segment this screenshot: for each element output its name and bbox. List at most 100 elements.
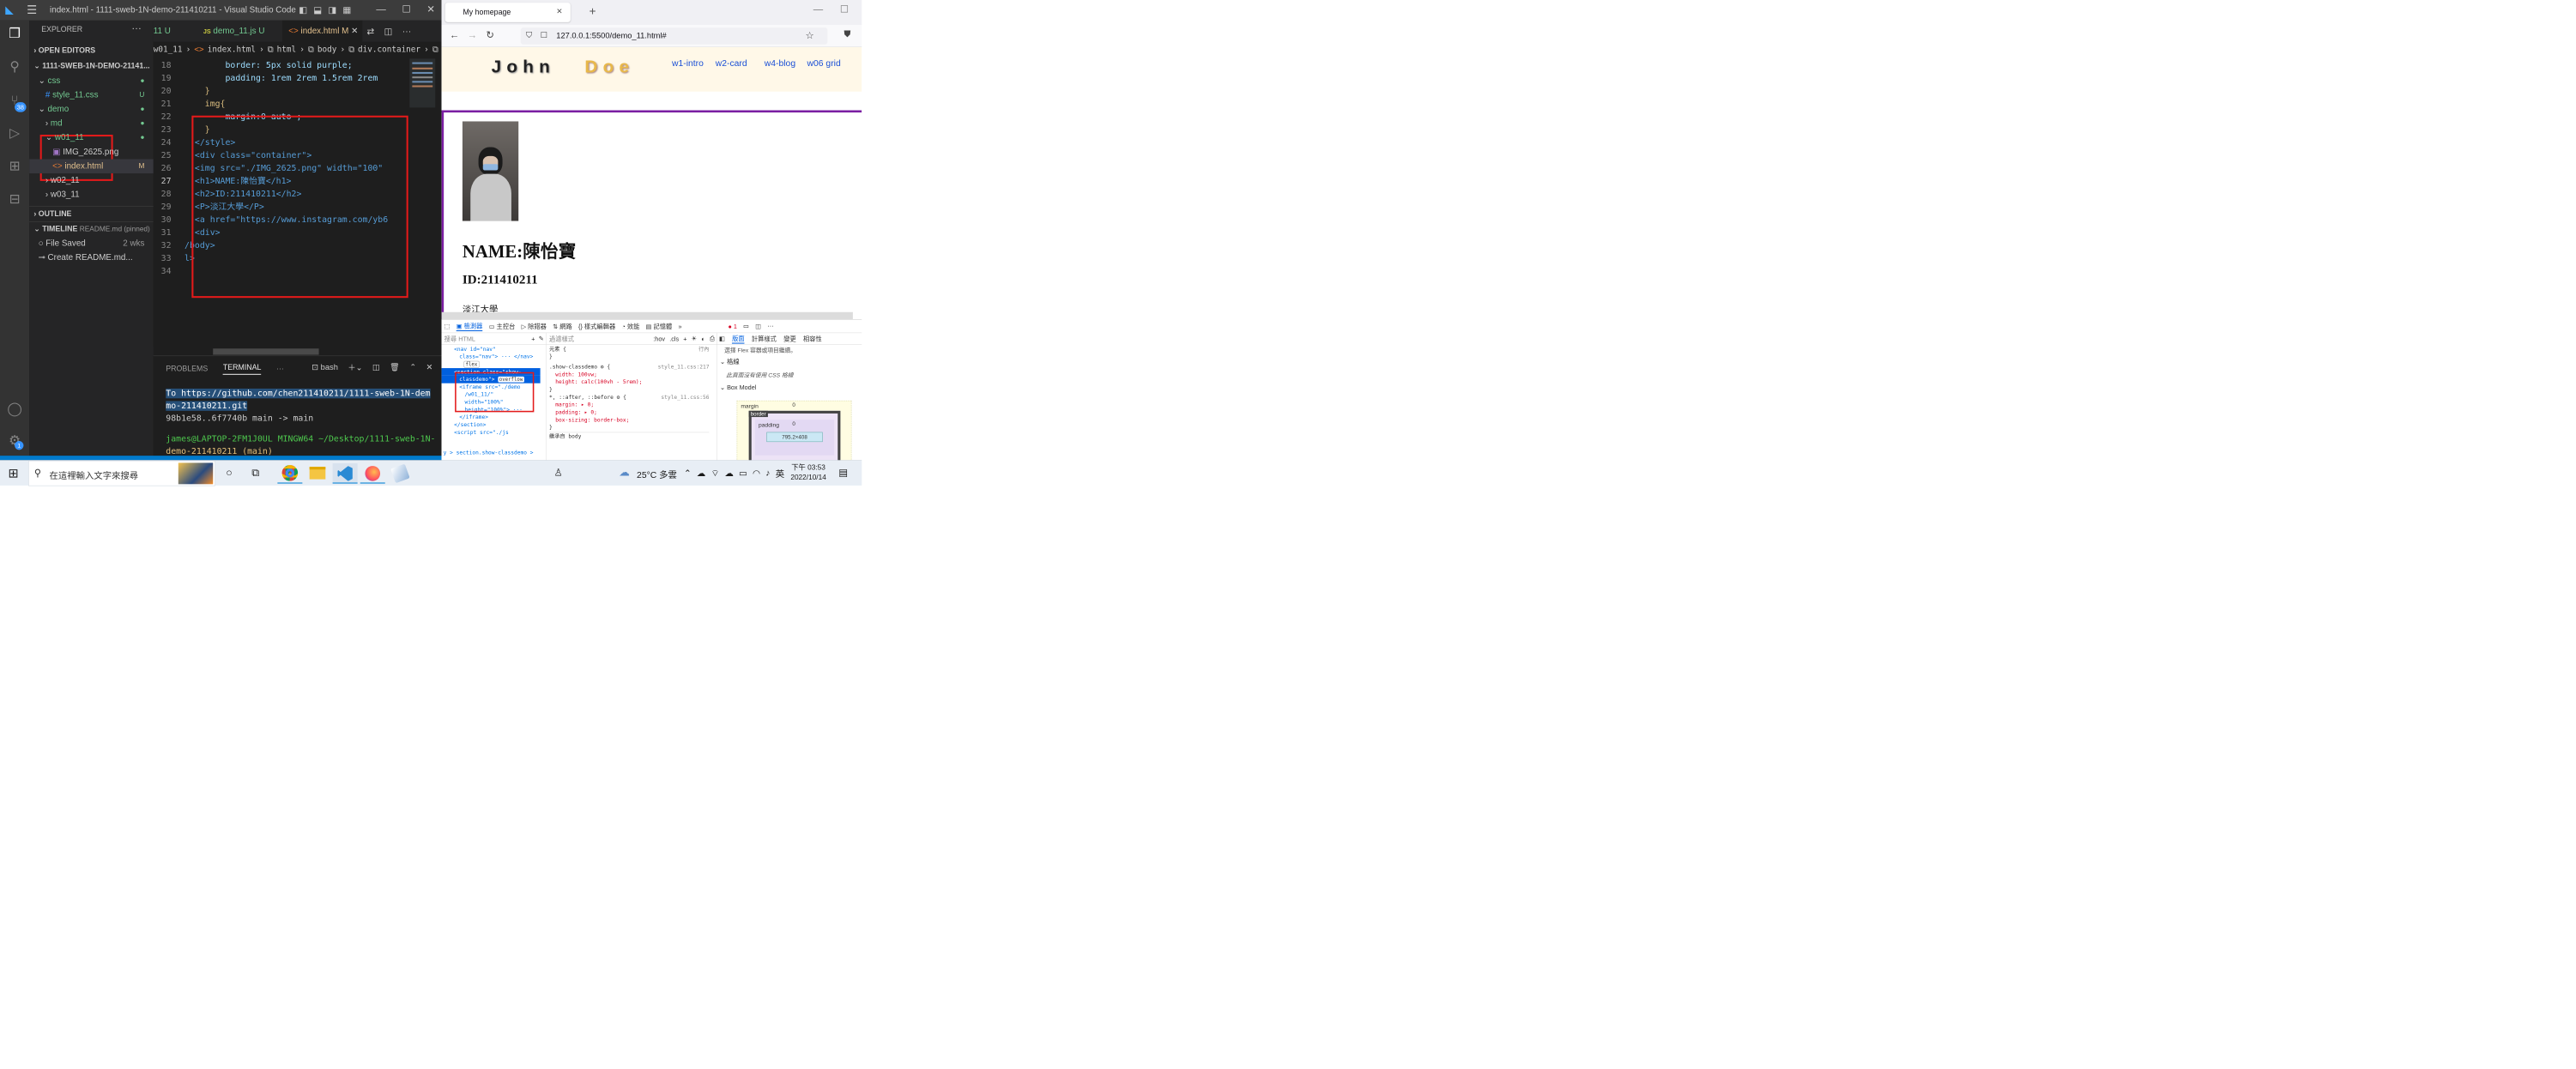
print-icon[interactable]: ⎙ — [710, 335, 715, 342]
people-icon[interactable]: ♙ — [554, 467, 563, 478]
cls-toggle[interactable]: .cls — [669, 335, 679, 341]
forward-arrow-icon[interactable]: → — [468, 29, 477, 40]
devtools-tab-performance[interactable]: ◔ 效能 — [621, 322, 639, 330]
timeline-item[interactable]: ○ File Saved 2 wks — [29, 237, 154, 251]
menu-icon[interactable]: ☰ — [27, 3, 37, 16]
minimap[interactable] — [409, 58, 436, 108]
tray-expand-icon[interactable]: ⌃ — [684, 468, 692, 479]
add-rule-icon[interactable]: + — [683, 335, 686, 341]
nav-link[interactable]: w2-card — [716, 58, 747, 69]
taskbar-search[interactable]: ⚲ 在這裡輸入文字來搜尋 — [28, 460, 215, 486]
explorer-tree-item[interactable]: ⌄ w01_11 ● — [29, 130, 154, 145]
new-terminal-icon[interactable]: ＋⌄ — [348, 361, 362, 372]
logo-john[interactable]: John — [492, 57, 555, 76]
notification-icon[interactable]: ▤ — [838, 467, 848, 478]
editor-more-icon[interactable]: ··· — [402, 26, 411, 36]
add-node-icon[interactable]: + — [531, 335, 535, 341]
nav-link[interactable]: w1-intro — [672, 58, 704, 69]
project-root[interactable]: ⌄ 1111-SWEB-1N-DEMO-21141... — [29, 58, 154, 73]
editor-tab[interactable]: 11 U — [154, 21, 194, 42]
toggle-panel-icon[interactable]: ⬓ — [313, 4, 322, 15]
task-view-icon[interactable]: ⧉ — [251, 467, 259, 480]
pick-element-icon[interactable]: ⬚ — [444, 323, 450, 330]
cortana-icon[interactable]: ○ — [226, 467, 233, 480]
explorer-tree-item[interactable]: › md ● — [29, 117, 154, 131]
html-node[interactable]: class="nav"> ··· </nav> — [442, 353, 541, 360]
eyedropper-icon[interactable]: ✎ — [539, 335, 544, 342]
cloud-icon[interactable]: ☁ — [724, 468, 733, 479]
explorer-tree-item[interactable]: ⌄ css ● — [29, 74, 154, 88]
code-line[interactable]: 20 } — [154, 84, 210, 97]
devtools-tab-memory[interactable]: ▤ 記憶體 — [646, 322, 673, 330]
box-content-size[interactable]: 795.2×408 — [766, 432, 823, 443]
minimize-icon[interactable]: — — [813, 3, 823, 15]
terminal-shell-selector[interactable]: ⊡ bash — [311, 363, 338, 372]
timeline-section[interactable]: ⌄ TIMELINE README.md (pinned) — [29, 221, 154, 236]
breadcrumb-item[interactable]: w01_11 — [154, 45, 183, 54]
split-editor-icon[interactable]: ◫ — [384, 26, 393, 37]
back-arrow-icon[interactable]: ← — [450, 29, 459, 40]
explorer-tree-item[interactable]: ▣ IMG_2625.png — [29, 145, 154, 160]
page-horizontal-scrollbar[interactable] — [441, 311, 853, 320]
rule-source[interactable]: style_11.css:56 — [661, 394, 709, 402]
tab-close-icon[interactable]: ✕ — [351, 27, 358, 36]
devtools-tab-console[interactable]: ▭ 主控台 — [489, 322, 516, 330]
layout-icon[interactable]: ▦ — [342, 4, 351, 15]
reload-icon[interactable]: ↻ — [486, 29, 494, 40]
toggle-secondary-icon[interactable]: ◨ — [328, 4, 336, 15]
run-debug-icon[interactable]: ▷ — [5, 124, 25, 143]
computed-tab[interactable]: 計算樣式 — [752, 334, 777, 342]
nav-link[interactable]: w06 grid — [807, 58, 841, 69]
hov-toggle[interactable]: :hov — [653, 335, 665, 341]
windows-start-icon[interactable]: ⊞ — [8, 466, 18, 480]
breadcrumb-item[interactable]: body — [317, 45, 336, 54]
code-line[interactable]: 18 border: 5px solid purple; — [154, 58, 353, 71]
pen-app-taskbar-app[interactable] — [388, 463, 413, 484]
editor-tab[interactable]: JS demo_11.js U — [193, 21, 282, 42]
maximize-panel-icon[interactable]: ⌃ — [409, 363, 416, 372]
split-terminal-icon[interactable]: ◫ — [372, 363, 380, 372]
html-node[interactable]: <script src="./js — [442, 429, 541, 437]
code-line[interactable]: 19 padding: 1rem 2rem 1.5rem 2rem — [154, 71, 378, 84]
trash-icon[interactable]: 🗑 — [390, 363, 400, 372]
breadcrumb-item[interactable]: html — [277, 45, 296, 54]
code-line[interactable]: 34 — [154, 265, 184, 278]
display-icon[interactable]: ▭ — [739, 468, 747, 479]
panel-more-tab[interactable]: ··· — [276, 365, 284, 373]
rule-declaration[interactable]: box-sizing: border-box; — [549, 416, 710, 424]
ime-indicator[interactable]: 英 — [776, 467, 784, 480]
firefox-taskbar-app[interactable] — [360, 463, 385, 484]
chrome-taskbar-app[interactable] — [277, 463, 303, 484]
changes-tab[interactable]: 變更 — [783, 334, 796, 342]
weather-text[interactable]: 25°C 多雲 — [637, 468, 677, 480]
problems-tab[interactable]: PROBLEMS — [166, 365, 208, 373]
browser-tab[interactable]: My homepage ✕ — [444, 3, 571, 22]
tab-close-icon[interactable]: ✕ — [556, 7, 562, 15]
explorer-icon[interactable]: ❐ — [5, 24, 25, 44]
volume-icon[interactable]: ♪ — [765, 468, 770, 479]
breadcrumb-item[interactable]: div.container — [358, 45, 420, 54]
error-count[interactable]: ● 1 — [728, 323, 736, 329]
network-icon[interactable]: ⌔ — [711, 468, 719, 479]
dock-icon[interactable]: ◫ — [755, 323, 761, 330]
grid-section-header[interactable]: ⌄ 格線 — [720, 357, 740, 365]
terminal-output[interactable]: To https://github.com/chen211410211/1111… — [166, 387, 437, 457]
close-panel-icon[interactable]: ✕ — [426, 363, 433, 372]
box-padding-top[interactable]: 0 — [792, 420, 795, 426]
explorer-tree-item[interactable]: › w03_11 — [29, 188, 154, 202]
devtools-tab-debugger[interactable]: ▷ 除錯器 — [522, 322, 547, 330]
shield-icon[interactable]: ⛉ — [526, 31, 532, 40]
outline-section[interactable]: › OUTLINE — [29, 206, 154, 220]
new-tab-icon[interactable]: + — [590, 4, 596, 18]
html-node[interactable]: </section> — [442, 421, 541, 429]
horizontal-scrollbar[interactable] — [213, 348, 319, 355]
minimize-icon[interactable]: — — [376, 3, 385, 15]
toggle-sidebar-icon[interactable]: ◧ — [299, 4, 307, 15]
devtools-menu-icon[interactable]: ⋯ — [767, 323, 773, 330]
remote-explorer-icon[interactable]: ⊟ — [5, 190, 25, 209]
rule-declaration[interactable]: width: 100vw; — [549, 371, 710, 378]
page-info-icon[interactable]: ☐ — [541, 31, 547, 40]
maximize-icon[interactable]: ☐ — [840, 3, 849, 15]
terminal-tab[interactable]: TERMINAL — [222, 363, 262, 375]
layout-sidebar-icon[interactable]: ◧ — [719, 335, 725, 342]
